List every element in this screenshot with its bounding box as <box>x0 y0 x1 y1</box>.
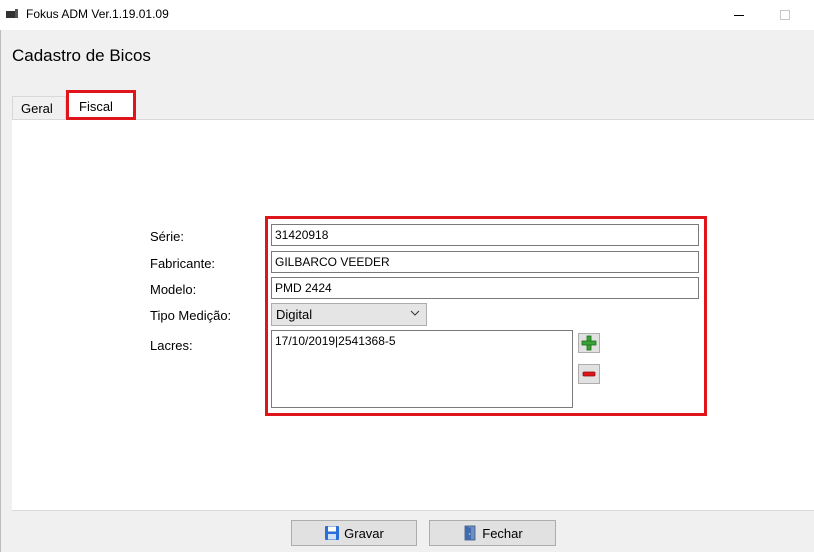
window-title: Fokus ADM Ver.1.19.01.09 <box>26 7 169 21</box>
lacres-label: Lacres: <box>150 338 193 353</box>
remove-lacre-button[interactable] <box>578 364 600 384</box>
window-border <box>0 30 1 552</box>
maximize-button[interactable] <box>762 0 808 30</box>
minus-icon <box>582 371 596 377</box>
tipo-medicao-select[interactable]: Digital <box>271 303 427 326</box>
tipo-medicao-label: Tipo Medição: <box>150 308 232 323</box>
tipo-medicao-value: Digital <box>276 307 313 322</box>
window-titlebar: Fokus ADM Ver.1.19.01.09 <box>0 0 814 30</box>
page-title: Cadastro de Bicos <box>12 46 151 65</box>
lacres-list[interactable]: 17/10/2019|2541368-5 <box>271 330 573 408</box>
fechar-label: Fechar <box>482 525 523 541</box>
maximize-icon <box>780 10 790 20</box>
chevron-down-icon <box>410 310 420 316</box>
tab-fiscal[interactable]: Fiscal <box>66 90 136 120</box>
minimize-icon <box>734 14 744 16</box>
modelo-label: Modelo: <box>150 282 197 297</box>
serie-label: Série: <box>150 229 184 244</box>
serie-input[interactable]: 31420918 <box>271 224 699 246</box>
exit-door-icon <box>464 525 476 541</box>
tab-geral[interactable]: Geral <box>12 96 66 119</box>
floppy-disk-icon <box>325 526 340 540</box>
fabricante-input[interactable]: GILBARCO VEEDER <box>271 251 699 273</box>
app-icon <box>6 9 18 18</box>
plus-icon <box>581 335 597 351</box>
add-lacre-button[interactable] <box>578 333 600 353</box>
fechar-button[interactable]: Fechar <box>429 520 556 546</box>
gravar-label: Gravar <box>344 525 384 541</box>
fabricante-label: Fabricante: <box>150 256 216 271</box>
list-item[interactable]: 17/10/2019|2541368-5 <box>275 334 569 348</box>
gravar-button[interactable]: Gravar <box>291 520 417 546</box>
footer-divider <box>12 510 814 511</box>
minimize-button[interactable] <box>716 0 762 30</box>
modelo-input[interactable]: PMD 2424 <box>271 277 699 299</box>
